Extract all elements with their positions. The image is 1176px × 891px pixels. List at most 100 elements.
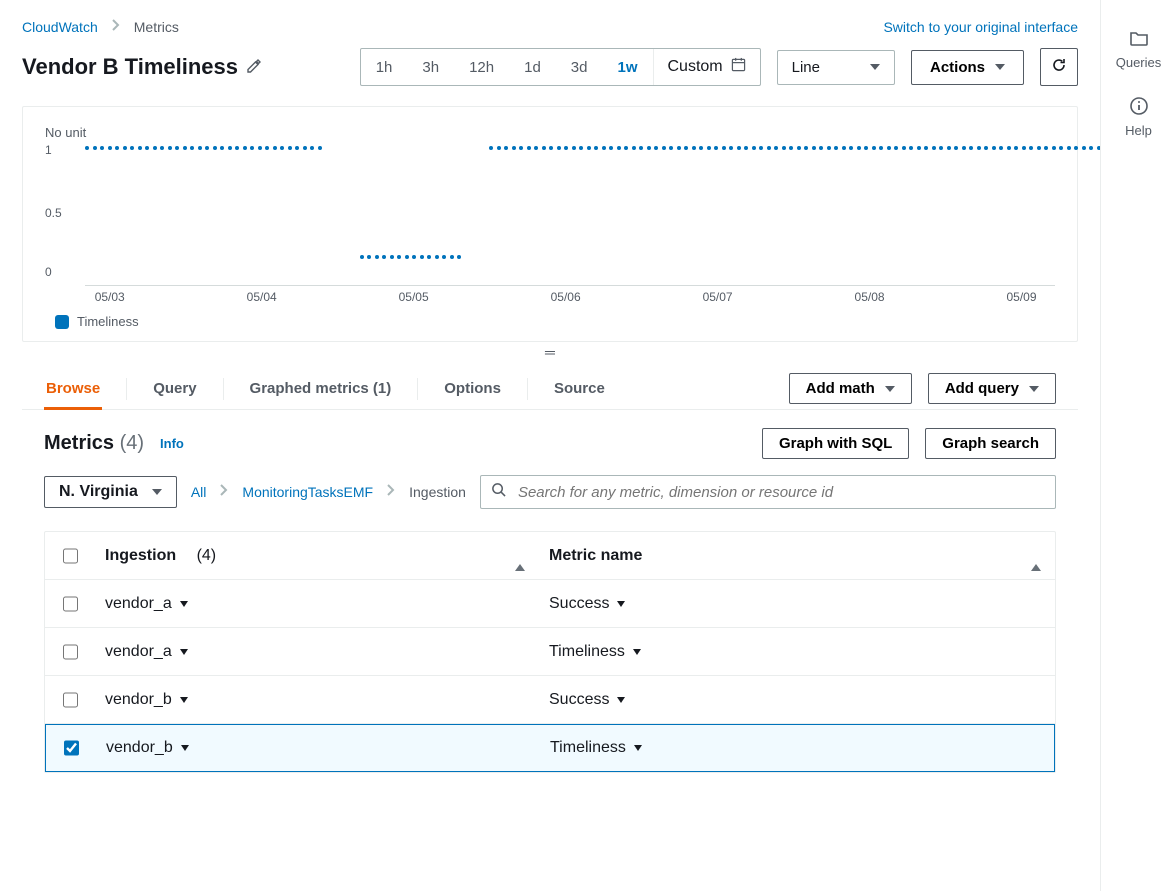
region-label: N. Virginia (59, 483, 138, 501)
y-tick: 0 (45, 265, 52, 279)
metric-search-input[interactable] (516, 483, 1045, 502)
table-row[interactable]: vendor_a Success (45, 580, 1055, 628)
info-icon (1129, 96, 1149, 119)
chevron-down-icon[interactable] (617, 697, 625, 703)
y-axis-label: No unit (45, 125, 1055, 140)
actions-button[interactable]: Actions (911, 50, 1024, 85)
row-metric: Timeliness (549, 643, 625, 661)
x-tick: 05/09 (1007, 290, 1037, 304)
chevron-down-icon[interactable] (617, 601, 625, 607)
crumb-dimension: Ingestion (409, 484, 466, 500)
info-link[interactable]: Info (160, 436, 184, 451)
rail-queries-label: Queries (1116, 55, 1162, 70)
tab-options[interactable]: Options (442, 368, 503, 409)
row-checkbox[interactable] (63, 644, 78, 660)
refresh-icon (1051, 57, 1067, 77)
table-row[interactable]: vendor_a Timeliness (45, 628, 1055, 676)
chart-legend[interactable]: Timeliness (55, 314, 1055, 329)
range-3h[interactable]: 3h (407, 49, 454, 85)
metrics-table: Ingestion (4) Metric name vendor_a Succe… (44, 531, 1056, 773)
graph-with-sql-button[interactable]: Graph with SQL (762, 428, 909, 459)
row-ingestion: vendor_b (106, 739, 173, 757)
chevron-down-icon (885, 386, 895, 392)
row-checkbox[interactable] (64, 740, 79, 756)
x-tick: 05/08 (855, 290, 885, 304)
rail-help-label: Help (1125, 123, 1152, 138)
row-checkbox[interactable] (63, 596, 78, 612)
breadcrumb: CloudWatch Metrics Switch to your origin… (22, 18, 1078, 36)
time-range-group: 1h 3h 12h 1d 3d 1w Custom (360, 48, 761, 86)
row-checkbox[interactable] (63, 692, 78, 708)
legend-label: Timeliness (77, 314, 139, 329)
crumb-namespace[interactable]: MonitoringTasksEMF (242, 484, 373, 500)
chevron-down-icon[interactable] (180, 697, 188, 703)
x-tick: 05/07 (703, 290, 733, 304)
range-1w[interactable]: 1w (602, 49, 652, 85)
region-select[interactable]: N. Virginia (44, 476, 177, 508)
x-tick: 05/05 (399, 290, 429, 304)
data-points (85, 146, 344, 150)
add-query-button[interactable]: Add query (928, 373, 1056, 404)
chevron-down-icon (870, 64, 880, 70)
edit-icon[interactable] (246, 54, 262, 80)
x-tick: 05/04 (247, 290, 277, 304)
tab-graphed[interactable]: Graphed metrics (1) (248, 368, 394, 409)
sort-asc-icon (1031, 547, 1041, 571)
data-points (489, 146, 1100, 150)
chevron-right-icon (220, 483, 228, 501)
col-ingestion[interactable]: Ingestion (4) (105, 547, 525, 565)
tab-query[interactable]: Query (151, 368, 198, 409)
range-custom-label: Custom (668, 58, 723, 76)
table-row[interactable]: vendor_b Success (45, 676, 1055, 724)
metrics-heading: Metrics (4) (44, 432, 144, 455)
right-rail: Queries Help (1100, 0, 1176, 891)
graph-search-button[interactable]: Graph search (925, 428, 1056, 459)
chevron-down-icon[interactable] (634, 745, 642, 751)
row-ingestion: vendor_a (105, 643, 172, 661)
row-ingestion: vendor_a (105, 595, 172, 613)
row-metric: Success (549, 691, 609, 709)
tabs: Browse Query Graphed metrics (1) Options… (22, 368, 1078, 410)
panel-splitter[interactable]: ═ (22, 342, 1078, 362)
row-metric: Timeliness (550, 739, 626, 757)
breadcrumb-service[interactable]: CloudWatch (22, 19, 98, 35)
range-12h[interactable]: 12h (454, 49, 509, 85)
chevron-down-icon (152, 489, 162, 495)
row-metric: Success (549, 595, 609, 613)
table-row[interactable]: vendor_b Timeliness (45, 724, 1055, 772)
refresh-button[interactable] (1040, 48, 1078, 86)
chevron-down-icon[interactable] (180, 601, 188, 607)
chevron-down-icon[interactable] (180, 649, 188, 655)
add-query-label: Add query (945, 380, 1019, 397)
range-custom[interactable]: Custom (653, 49, 760, 85)
rail-help[interactable]: Help (1125, 96, 1152, 138)
chevron-down-icon[interactable] (181, 745, 189, 751)
vis-type-label: Line (792, 59, 820, 76)
range-1h[interactable]: 1h (361, 49, 408, 85)
range-3d[interactable]: 3d (556, 49, 603, 85)
sort-asc-icon (515, 547, 525, 571)
legend-swatch (55, 315, 69, 329)
x-tick: 05/06 (551, 290, 581, 304)
add-math-button[interactable]: Add math (789, 373, 912, 404)
crumb-all[interactable]: All (191, 484, 207, 500)
col-metric[interactable]: Metric name (549, 547, 1041, 565)
data-points (360, 255, 473, 259)
folder-icon (1129, 28, 1149, 51)
metric-search[interactable] (480, 475, 1056, 509)
calendar-icon (731, 57, 746, 77)
chevron-down-icon[interactable] (633, 649, 641, 655)
add-math-label: Add math (806, 380, 875, 397)
switch-interface-link[interactable]: Switch to your original interface (883, 19, 1078, 35)
tab-source[interactable]: Source (552, 368, 607, 409)
search-icon (491, 482, 506, 502)
chart[interactable]: 1 0.5 0 05/0305/0405/0505/0605/0705/0805… (85, 146, 1055, 286)
chart-panel: No unit 1 0.5 0 05/0305/0405/0505/0605/0… (22, 106, 1078, 342)
y-tick: 0.5 (45, 206, 62, 220)
tab-browse[interactable]: Browse (44, 368, 102, 409)
range-1d[interactable]: 1d (509, 49, 556, 85)
chevron-down-icon (1029, 386, 1039, 392)
visualization-type-select[interactable]: Line (777, 50, 895, 85)
select-all-checkbox[interactable] (63, 548, 78, 564)
rail-queries[interactable]: Queries (1116, 28, 1162, 70)
